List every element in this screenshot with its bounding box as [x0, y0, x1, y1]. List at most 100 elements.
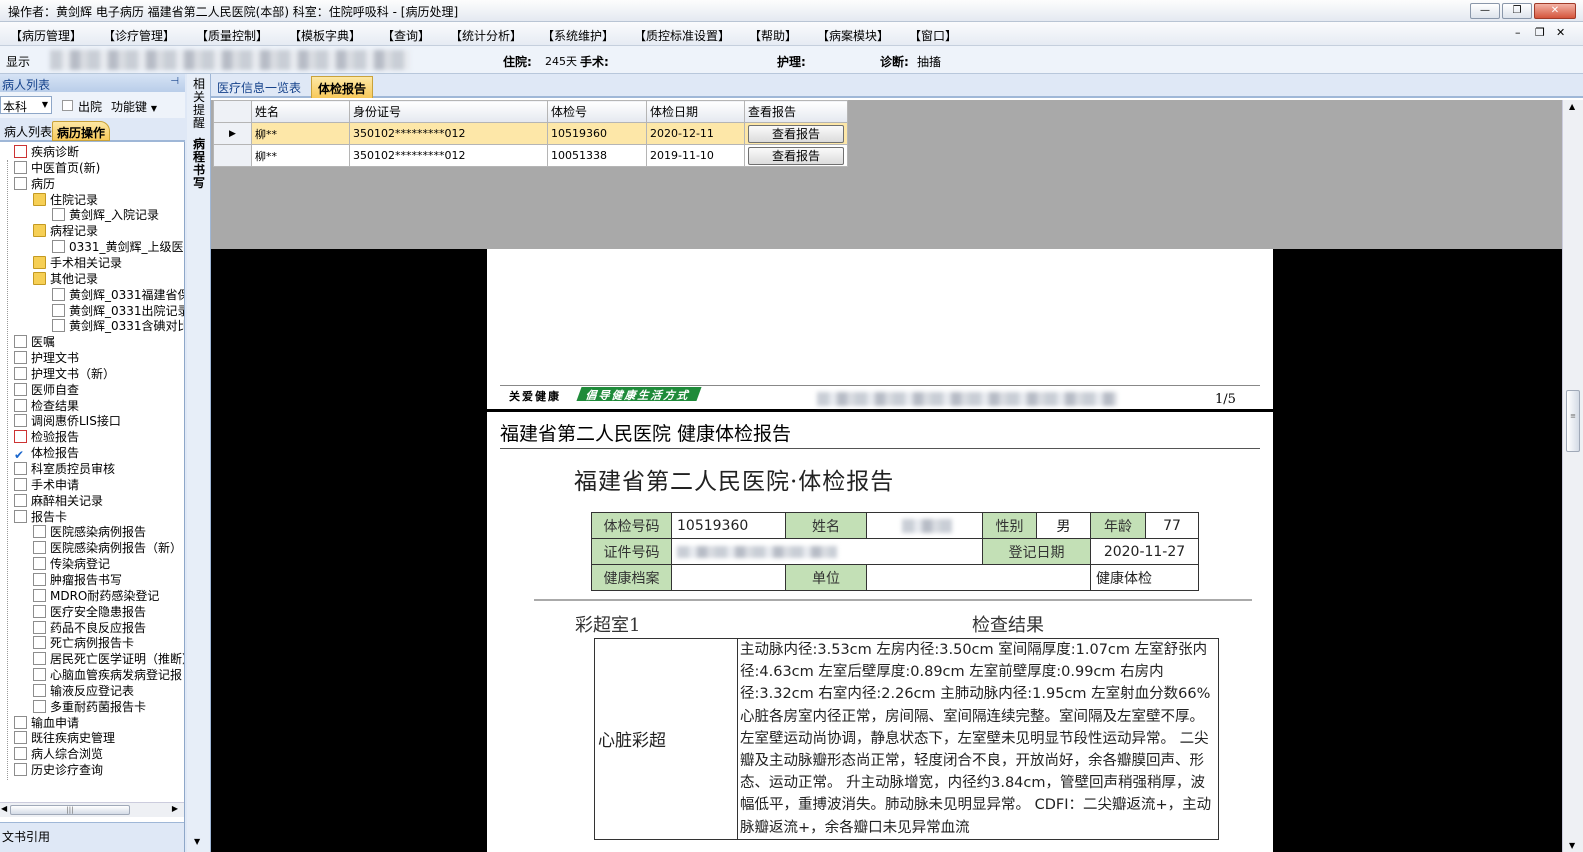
tab-record-operations[interactable]: 病历操作	[52, 121, 111, 141]
document-icon	[14, 715, 27, 729]
folder-icon	[33, 255, 46, 269]
tree-item[interactable]: ✔ 体检报告	[14, 445, 79, 461]
menu-qc-standard-settings[interactable]: 【质控标准设置】	[634, 27, 730, 44]
cell-id[interactable]: 350102*********012	[349, 144, 548, 167]
menu-record-management[interactable]: 【病历管理】	[10, 27, 82, 44]
cell-name[interactable]: 柳**	[251, 144, 350, 167]
cell-exam-no[interactable]: 10051338	[547, 144, 647, 167]
menu-help[interactable]: 【帮助】	[749, 27, 797, 44]
scroll-up-icon[interactable]: ▲	[1569, 102, 1575, 111]
column-header-exam-no[interactable]: 体检号	[547, 100, 647, 123]
tree-item[interactable]: 手术申请	[14, 477, 79, 493]
tree-item[interactable]: MDRO耐药感染登记	[33, 588, 159, 604]
department-select[interactable]: 本科 ▼	[0, 96, 52, 114]
tree-item-label: 药品不良反应报告	[50, 620, 147, 635]
tree-item[interactable]: 输液反应登记表	[33, 683, 134, 699]
side-tab-reminders[interactable]: 相关提醒	[191, 78, 207, 130]
tree-item[interactable]: 住院记录	[33, 192, 98, 208]
tree-item[interactable]: 黄剑辉_0331福建省保	[52, 287, 184, 303]
restore-button[interactable]: ❐	[1502, 3, 1532, 19]
function-key-dropdown[interactable]: 功能键 ▼	[111, 98, 157, 115]
mdi-restore-button[interactable]: ❐	[1535, 26, 1545, 39]
column-header-name[interactable]: 姓名	[251, 100, 350, 123]
side-tab-progress-notes[interactable]: 病程书写	[191, 138, 207, 190]
document-icon	[33, 541, 46, 555]
tree-item[interactable]: 居民死亡医学证明（推断）	[33, 651, 184, 667]
pin-icon[interactable]: ⊣	[170, 76, 179, 87]
tree-item[interactable]: 药品不良反应报告	[33, 620, 146, 636]
column-header-id[interactable]: 身份证号	[349, 100, 548, 123]
tree-item[interactable]: 医嘱	[14, 334, 55, 350]
tab-medical-overview[interactable]: 医疗信息一览表	[211, 76, 307, 98]
tree-item[interactable]: 0331_黄剑辉_上级医师	[52, 239, 184, 255]
view-report-button[interactable]: 查看报告	[748, 124, 844, 143]
table-row[interactable]: 柳** 350102*********012 10051338 2019-11-…	[213, 144, 848, 167]
scroll-thumb[interactable]: |||	[10, 805, 130, 815]
tree-item[interactable]: 多重耐药菌报告卡	[33, 699, 146, 715]
tab-patient-list[interactable]: 病人列表	[0, 121, 56, 141]
tree-item[interactable]: 手术相关记录	[33, 255, 122, 271]
column-header-exam-date[interactable]: 体检日期	[646, 100, 745, 123]
menu-system-maintenance[interactable]: 【系统维护】	[542, 27, 614, 44]
tree-item[interactable]: 护理文书	[14, 350, 79, 366]
tree-item[interactable]: 其他记录	[33, 271, 98, 287]
scroll-thumb[interactable]: ≡	[1566, 390, 1580, 452]
scroll-right-icon[interactable]: ▶	[172, 804, 178, 813]
tree-item[interactable]: 科室质控员审核	[14, 461, 115, 477]
horizontal-scrollbar[interactable]: ◀ ||| ▶	[0, 802, 184, 817]
tree-item[interactable]: 医院感染病例报告（新）	[33, 540, 182, 556]
menu-case-module[interactable]: 【病案模块】	[817, 27, 889, 44]
tree-item[interactable]: 黄剑辉_入院记录	[52, 207, 159, 223]
tree-item[interactable]: 黄剑辉_0331含碘对比	[52, 318, 184, 334]
tree-item[interactable]: 医疗安全隐患报告	[33, 604, 146, 620]
tree-item[interactable]: 医院感染病例报告	[33, 524, 146, 540]
tree-item[interactable]: 病历	[14, 176, 55, 192]
cell-name[interactable]: 柳**	[251, 122, 350, 145]
scroll-down-icon[interactable]: ▼	[194, 837, 200, 846]
menu-treatment-management[interactable]: 【诊疗管理】	[103, 27, 175, 44]
discharged-checkbox[interactable]	[62, 100, 73, 111]
mdi-close-button[interactable]: ✕	[1556, 26, 1565, 39]
menu-window[interactable]: 【窗口】	[909, 27, 957, 44]
tree-item[interactable]: 麻醉相关记录	[14, 493, 103, 509]
cell-exam-date[interactable]: 2020-12-11	[646, 122, 745, 145]
tree-item[interactable]: 输血申请	[14, 715, 79, 731]
tree-item[interactable]: 既往疾病史管理	[14, 730, 115, 746]
tree-item[interactable]: 死亡病例报告卡	[33, 635, 134, 651]
tree-item-label: 中医首页(新)	[31, 160, 101, 175]
menu-template-dictionary[interactable]: 【模板字典】	[289, 27, 361, 44]
tree-item[interactable]: 病程记录	[33, 223, 98, 239]
document-reference-tab[interactable]: 文书引用	[0, 822, 184, 852]
menu-statistics[interactable]: 【统计分析】	[450, 27, 522, 44]
tree-item[interactable]: 病人综合浏览	[14, 746, 103, 762]
tree-item[interactable]: 检查结果	[14, 398, 79, 414]
table-row[interactable]: ▶ 柳** 350102*********012 10519360 2020-1…	[213, 122, 848, 145]
tree-item[interactable]: 疾病诊断	[14, 144, 79, 160]
scroll-down-icon[interactable]: ▼	[1569, 841, 1575, 850]
tree-item[interactable]: 护理文书（新）	[14, 366, 115, 382]
tree-item[interactable]: 传染病登记	[33, 556, 110, 572]
tab-physical-exam-report[interactable]: 体检报告	[311, 76, 374, 98]
tree-item[interactable]: 肿瘤报告书写	[33, 572, 122, 588]
tree-item[interactable]: 医师自查	[14, 382, 79, 398]
show-toggle[interactable]: 显示	[6, 53, 30, 70]
cell-id[interactable]: 350102*********012	[349, 122, 548, 145]
tree-item[interactable]: 调阅惠侨LIS接口	[14, 413, 121, 429]
mdi-minimize-button[interactable]: –	[1515, 26, 1521, 39]
tree-item[interactable]: 检验报告	[14, 429, 79, 445]
menu-query[interactable]: 【查询】	[382, 27, 430, 44]
menu-quality-control[interactable]: 【质量控制】	[196, 27, 268, 44]
tree-item[interactable]: 报告卡	[14, 509, 67, 525]
view-report-button[interactable]: 查看报告	[748, 146, 844, 165]
tree-item-label: 检查结果	[31, 398, 80, 413]
tree-item[interactable]: 黄剑辉_0331出院记录	[52, 303, 184, 319]
minimize-button[interactable]: —	[1470, 3, 1500, 19]
cell-exam-date[interactable]: 2019-11-10	[646, 144, 745, 167]
tree-item[interactable]: 心脑血管疾病发病登记报	[33, 667, 182, 683]
close-button[interactable]: ✕	[1534, 3, 1576, 19]
tree-item[interactable]: 历史诊疗查询	[14, 762, 103, 778]
vertical-scrollbar[interactable]: ▲ ≡ ▼	[1562, 100, 1583, 852]
cell-exam-no[interactable]: 10519360	[547, 122, 647, 145]
scroll-left-icon[interactable]: ◀	[1, 804, 7, 813]
tree-item[interactable]: 中医首页(新)	[14, 160, 100, 176]
